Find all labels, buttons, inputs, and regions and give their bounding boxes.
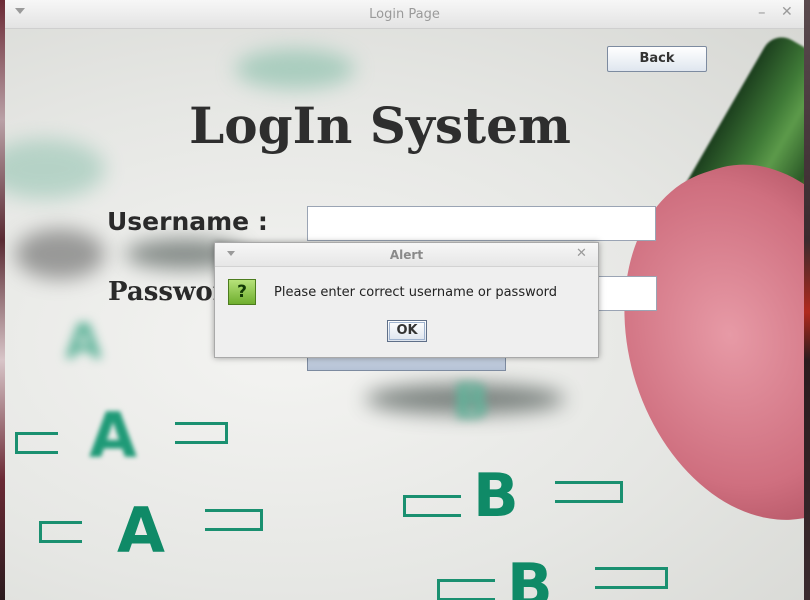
alert-dialog: Alert ✕ ? Please enter correct username …	[214, 242, 599, 358]
page-title: LogIn System	[189, 96, 571, 155]
bg-letter: B	[453, 374, 490, 430]
question-icon: ?	[228, 279, 256, 305]
bg-letter: A	[65, 314, 103, 370]
login-window: Login Page – ✕ A A A B B B Back LogIn Sy…	[5, 0, 804, 600]
minimize-icon[interactable]: –	[758, 3, 766, 21]
ok-button[interactable]: OK	[387, 320, 427, 342]
back-button[interactable]: Back	[607, 46, 707, 72]
alert-titlebar[interactable]: Alert ✕	[215, 243, 598, 267]
window-titlebar[interactable]: Login Page – ✕	[5, 0, 804, 29]
close-icon[interactable]: ✕	[781, 4, 793, 20]
alert-close-icon[interactable]: ✕	[576, 246, 587, 261]
username-label: Username :	[107, 207, 268, 236]
alert-title: Alert	[389, 248, 424, 262]
username-field[interactable]	[307, 206, 656, 241]
bg-letter: A	[117, 494, 165, 567]
bg-letter: A	[89, 399, 137, 472]
window-title: Login Page	[369, 7, 440, 22]
bg-letter: B	[473, 461, 519, 531]
alert-message: Please enter correct username or passwor…	[274, 285, 558, 300]
bg-letter: B	[507, 551, 553, 600]
desktop-edge-right	[804, 0, 810, 600]
